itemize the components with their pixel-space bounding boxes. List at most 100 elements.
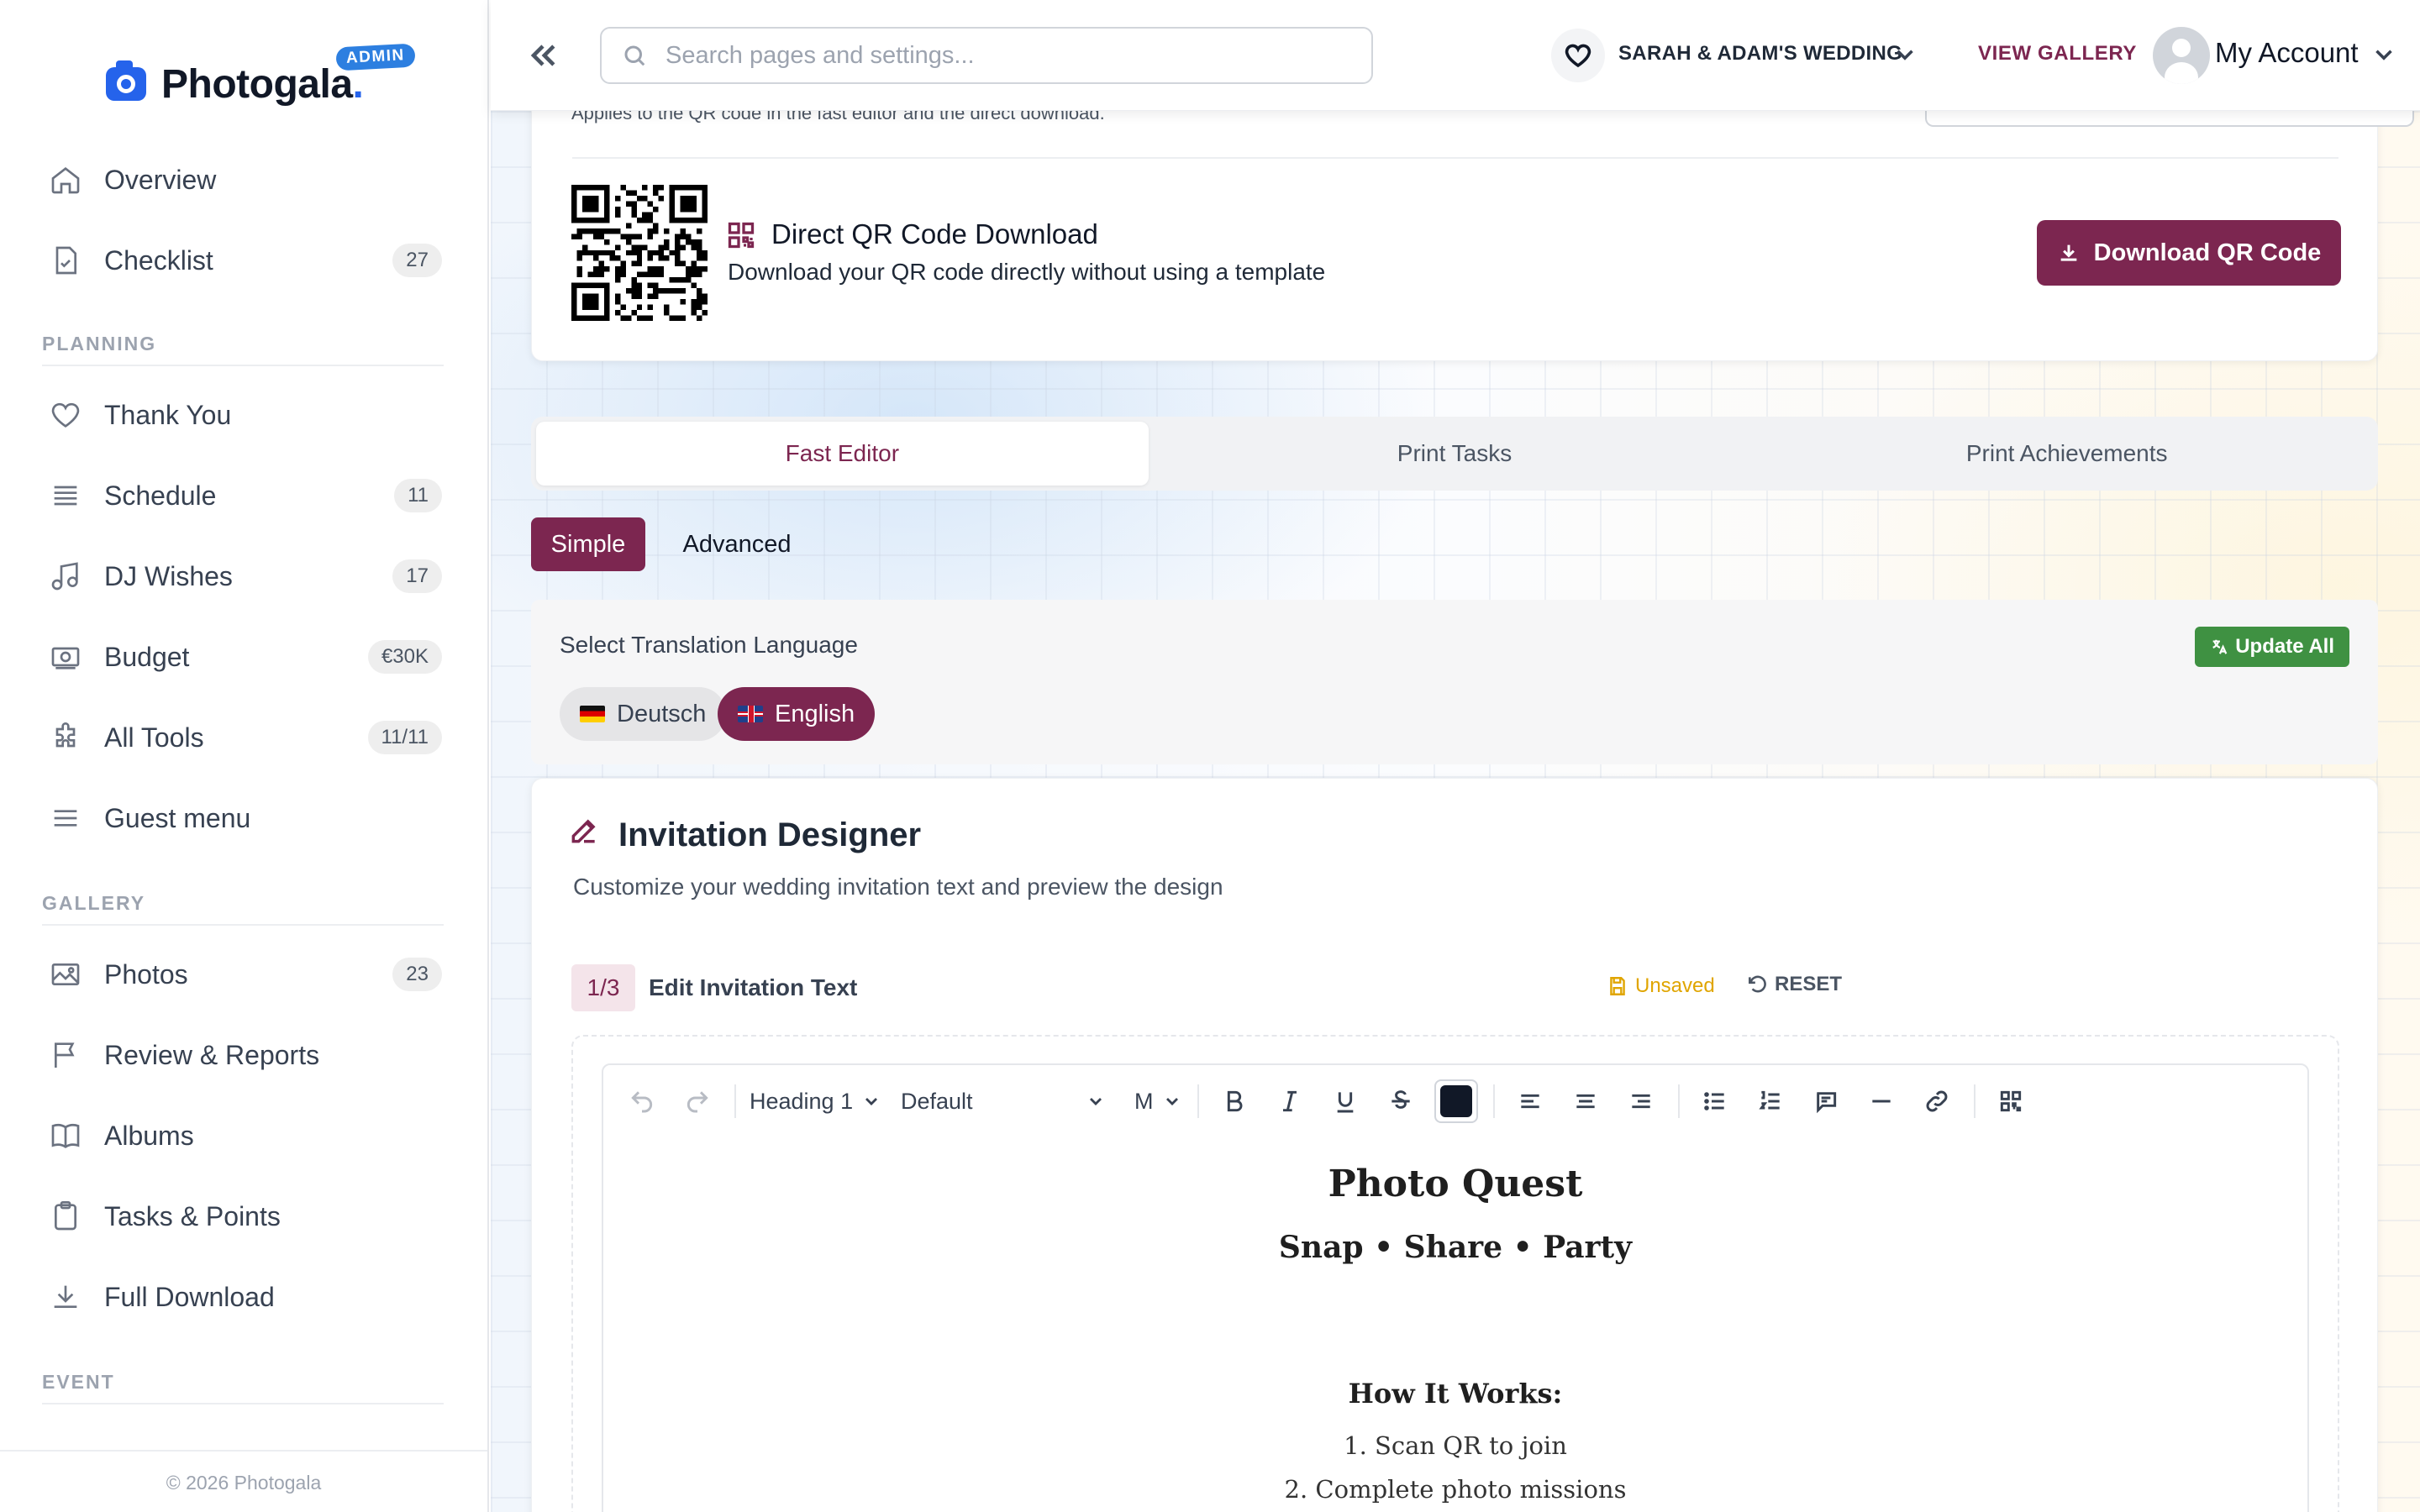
checklist-icon <box>47 242 84 279</box>
link-icon[interactable] <box>1915 1079 1959 1123</box>
app-root: Photogala. ADMIN Overview Checklist 27 P… <box>0 0 2420 1512</box>
sidebar-item-photos[interactable]: Photos 23 <box>47 944 442 1005</box>
search-bar[interactable] <box>600 27 1373 84</box>
sidebar-item-budget[interactable]: Budget €30K <box>47 627 442 687</box>
sidebar-item-tasks-points[interactable]: Tasks & Points <box>47 1186 442 1247</box>
card-divider <box>572 157 2338 159</box>
image-icon <box>47 956 84 993</box>
collapse-sidebar-icon[interactable] <box>524 37 565 74</box>
undo-icon[interactable] <box>620 1079 664 1123</box>
view-gallery-link[interactable]: VIEW GALLERY <box>1978 42 2137 66</box>
section-label-gallery: GALLERY <box>42 892 146 914</box>
count-badge: 17 <box>392 559 442 593</box>
section-label-event: EVENT <box>42 1371 115 1393</box>
heart-icon <box>47 396 84 433</box>
section-divider <box>42 1403 444 1404</box>
search-input[interactable] <box>666 41 1355 70</box>
music-icon <box>47 558 84 595</box>
chevron-down-icon[interactable] <box>2370 40 2398 69</box>
bullet-list-icon[interactable] <box>1693 1079 1737 1123</box>
sidebar-item-label: Guest menu <box>104 802 251 833</box>
count-badge: €30K <box>367 640 442 674</box>
language-option-deutsch[interactable]: Deutsch <box>560 687 727 741</box>
align-right-icon[interactable] <box>1619 1079 1663 1123</box>
sidebar-item-thank-you[interactable]: Thank You <box>47 385 442 445</box>
toolbar-divider <box>1197 1084 1199 1118</box>
qr-insert-icon[interactable] <box>1989 1079 2033 1123</box>
avatar[interactable] <box>2153 27 2210 84</box>
camera-icon <box>106 60 146 101</box>
tab-print-achievements[interactable]: Print Achievements <box>1760 422 2373 486</box>
sidebar-item-full-download[interactable]: Full Download <box>47 1267 442 1327</box>
document-step: 2. Complete photo missions <box>1284 1475 1627 1504</box>
top-bar: SARAH & ADAM'S WEDDING VIEW GALLERY My A… <box>491 0 2420 111</box>
toolbar-divider <box>734 1084 736 1118</box>
download-icon <box>47 1278 84 1315</box>
save-icon <box>1610 977 1625 995</box>
event-selector[interactable]: SARAH & ADAM'S WEDDING <box>1618 42 1902 66</box>
update-all-button[interactable]: Update All <box>2195 627 2349 667</box>
horizontal-rule-icon[interactable] <box>1860 1079 1903 1123</box>
sidebar-item-label: Tasks & Points <box>104 1200 281 1231</box>
count-badge: 11/11 <box>367 721 442 754</box>
italic-icon[interactable] <box>1268 1079 1312 1123</box>
align-center-icon[interactable] <box>1564 1079 1607 1123</box>
chevron-down-icon[interactable] <box>1891 40 1919 69</box>
language-label: Deutsch <box>617 700 707 727</box>
mode-advanced-button[interactable]: Advanced <box>674 517 800 571</box>
sidebar-item-label: All Tools <box>104 722 204 753</box>
invitation-document[interactable]: Photo Quest Snap • Share • Party How It … <box>602 1137 2309 1512</box>
heading-select[interactable]: Heading 1 <box>750 1089 884 1115</box>
sidebar-item-albums[interactable]: Albums <box>47 1105 442 1166</box>
event-heart-icon[interactable] <box>1551 29 1605 82</box>
chevron-down-icon <box>1090 1098 1102 1105</box>
reset-label: RESET <box>1775 973 1843 995</box>
language-option-english[interactable]: English <box>718 687 876 741</box>
tab-fast-editor[interactable]: Fast Editor <box>536 422 1149 486</box>
comment-icon[interactable] <box>1804 1079 1848 1123</box>
numbered-list-icon[interactable] <box>1749 1079 1792 1123</box>
sidebar-item-label: Checklist <box>104 244 213 276</box>
sidebar-item-label: Overview <box>104 164 217 195</box>
book-icon <box>47 1117 84 1154</box>
heading-select-value: Heading 1 <box>750 1088 854 1114</box>
toolbar-divider <box>1973 1084 1975 1118</box>
size-select[interactable]: M <box>1134 1089 1182 1115</box>
language-label: English <box>775 700 855 727</box>
reset-button[interactable]: RESET <box>1746 973 1842 996</box>
tab-print-tasks[interactable]: Print Tasks <box>1149 422 1761 486</box>
uk-flag-icon <box>738 706 763 722</box>
editor-toolbar: Heading 1 Default M <box>602 1063 2309 1139</box>
bold-icon[interactable] <box>1213 1079 1256 1123</box>
schedule-icon <box>47 477 84 514</box>
align-left-icon[interactable] <box>1508 1079 1552 1123</box>
underline-icon[interactable] <box>1323 1079 1367 1123</box>
sidebar-item-checklist[interactable]: Checklist 27 <box>47 230 442 291</box>
designer-subtitle: Customize your wedding invitation text a… <box>573 874 1223 900</box>
font-select[interactable]: Default <box>901 1089 1106 1115</box>
sidebar-item-schedule[interactable]: Schedule 11 <box>47 465 442 526</box>
puzzle-icon <box>47 719 84 756</box>
account-menu[interactable]: My Account <box>2215 37 2359 69</box>
flag-icon <box>47 1037 84 1074</box>
clipboard-icon <box>47 1198 84 1235</box>
sidebar-item-guest-menu[interactable]: Guest menu <box>47 788 442 848</box>
unsaved-label: Unsaved <box>1635 974 1715 997</box>
sidebar-item-review-reports[interactable]: Review & Reports <box>47 1025 442 1085</box>
update-all-label: Update All <box>2235 635 2334 658</box>
qr-title: Direct QR Code Download <box>771 218 1098 249</box>
sidebar-item-dj-wishes[interactable]: DJ Wishes 17 <box>47 546 442 606</box>
sidebar-item-label: Review & Reports <box>104 1039 320 1070</box>
copyright: © 2026 Photogala <box>166 1472 322 1494</box>
mode-simple-button[interactable]: Simple <box>531 517 645 571</box>
download-qr-button[interactable]: Download QR Code <box>2037 220 2341 286</box>
strikethrough-icon[interactable] <box>1379 1079 1423 1123</box>
home-icon <box>47 161 84 198</box>
document-title: Photo Quest <box>1328 1163 1583 1205</box>
redo-icon[interactable] <box>676 1079 719 1123</box>
step-title: Edit Invitation Text <box>649 974 858 1000</box>
brand-logo[interactable]: Photogala. <box>106 54 364 114</box>
sidebar-item-overview[interactable]: Overview <box>47 150 442 210</box>
text-color-picker[interactable] <box>1434 1079 1478 1123</box>
sidebar-item-all-tools[interactable]: All Tools 11/11 <box>47 707 442 768</box>
